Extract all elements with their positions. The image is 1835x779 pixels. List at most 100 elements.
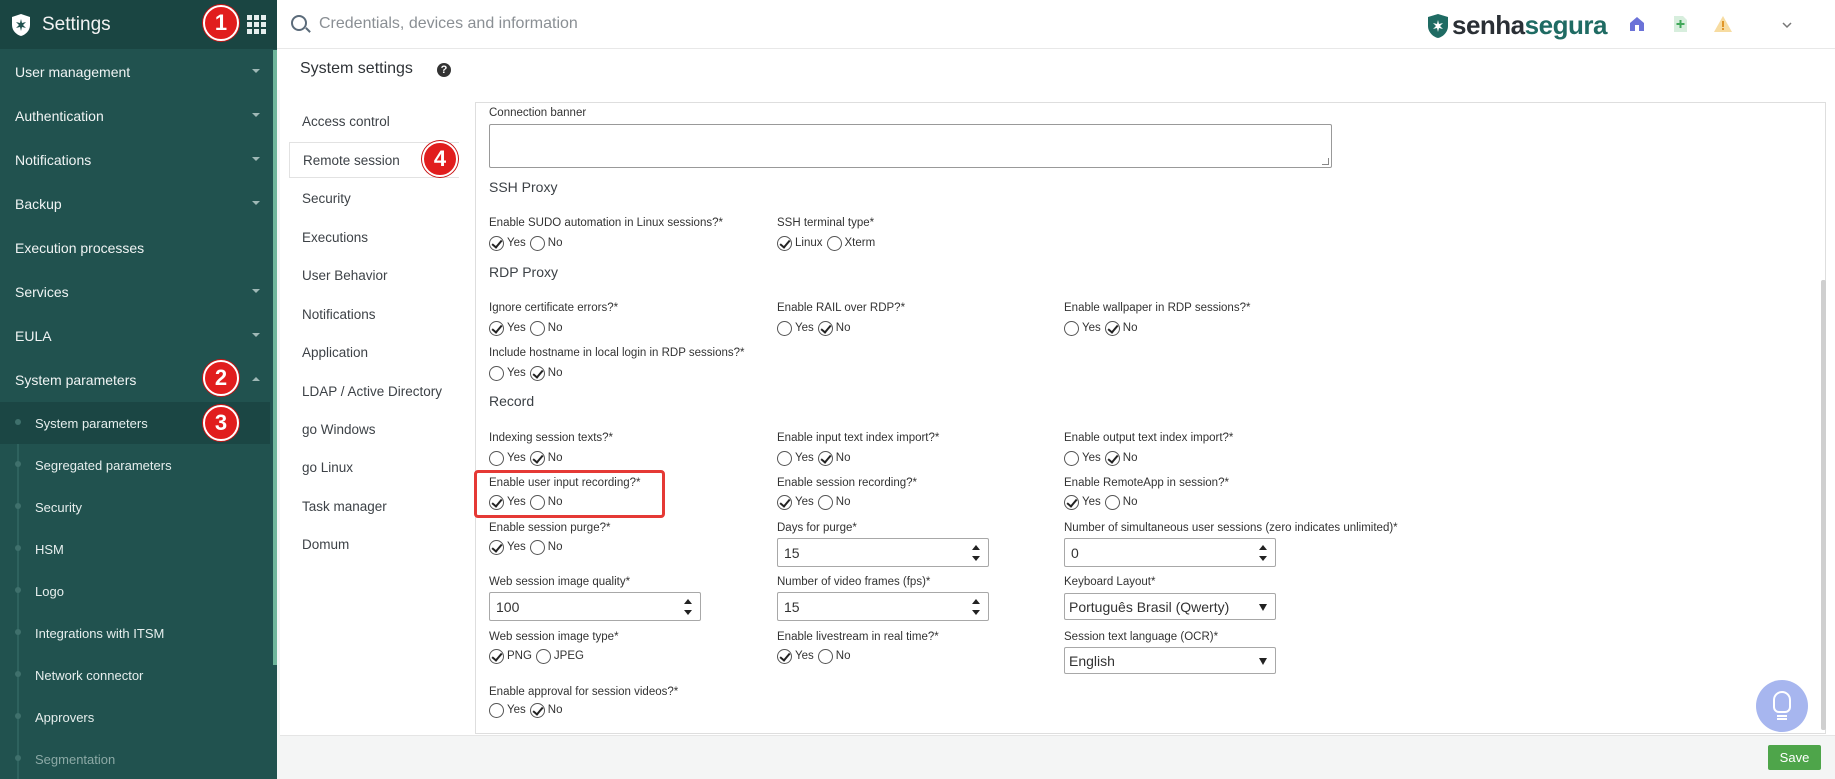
chevron-down-icon [252, 69, 260, 73]
tab-domum[interactable]: Domum [289, 526, 459, 562]
highlight-box [474, 470, 665, 518]
tab-user-behavior[interactable]: User Behavior [289, 257, 459, 293]
ocr-language-select[interactable]: English [1064, 647, 1276, 674]
brand-name-a: senha [1452, 10, 1525, 40]
sidebar-subitem-label: Security [35, 499, 82, 515]
radio-no[interactable] [529, 365, 545, 381]
search-input[interactable] [319, 12, 819, 36]
sidebar-item-services[interactable]: Services [0, 270, 270, 314]
radio-no[interactable] [817, 320, 833, 336]
radio-no[interactable] [529, 539, 545, 555]
radio-yes[interactable] [489, 235, 504, 251]
annotation-badge-4: 4 [422, 141, 458, 177]
help-icon[interactable]: ? [437, 63, 451, 77]
form-scrollbar[interactable] [1821, 280, 1826, 730]
radio-no[interactable] [817, 648, 833, 664]
radio-no[interactable] [817, 494, 833, 510]
page-header: System settings ? [277, 49, 1835, 90]
radio-linux[interactable] [777, 235, 792, 251]
sidebar-item-eula[interactable]: EULA [0, 314, 270, 358]
sidebar-subitem-segregated-parameters[interactable]: Segregated parameters [0, 444, 270, 486]
ocr-language-value: English [1069, 653, 1115, 669]
keyboard-layout-label: Keyboard Layout* [1064, 576, 1156, 588]
stepper-icon[interactable] [972, 599, 980, 615]
radio-yes[interactable] [489, 365, 504, 381]
sidebar-subitem-logo[interactable]: Logo [0, 570, 270, 612]
user-menu-chevron-icon[interactable] [1777, 14, 1797, 34]
sidebar-subitem-label: Logo [35, 583, 64, 599]
lightbulb-help-button[interactable] [1756, 680, 1808, 732]
radio-label-no: No [1122, 452, 1138, 464]
tab-label: Security [302, 190, 351, 206]
radio-label-no: No [547, 237, 563, 249]
radio-yes[interactable] [1064, 320, 1079, 336]
tab-ldap[interactable]: LDAP / Active Directory [289, 373, 459, 409]
radio-no[interactable] [1104, 494, 1120, 510]
top-bar: senhasegura [277, 0, 1835, 49]
tab-go-windows[interactable]: go Windows [289, 411, 459, 447]
stepper-icon[interactable] [1259, 545, 1267, 561]
days-purge-label: Days for purge* [777, 522, 857, 534]
radio-yes[interactable] [777, 450, 792, 466]
radio-label-yes: Yes [507, 452, 526, 464]
tab-task-manager[interactable]: Task manager [289, 488, 459, 524]
radio-yes[interactable] [489, 539, 504, 555]
image-quality-input[interactable]: 100 [489, 592, 701, 621]
radio-png[interactable] [489, 648, 504, 664]
radio-yes[interactable] [777, 494, 792, 510]
session-purge-label: Enable session purge?* [489, 522, 611, 534]
search-icon[interactable] [291, 15, 307, 31]
tab-notifications[interactable]: Notifications [289, 296, 459, 332]
radio-no[interactable] [1104, 450, 1120, 466]
simultaneous-sessions-input[interactable]: 0 [1064, 538, 1276, 567]
radio-yes[interactable] [777, 320, 792, 336]
radio-xterm[interactable] [826, 235, 842, 251]
tab-security[interactable]: Security [289, 180, 459, 216]
radio-jpeg[interactable] [535, 648, 551, 664]
add-document-icon[interactable] [1670, 14, 1690, 34]
sidebar-item-authentication[interactable]: Authentication [0, 94, 270, 138]
tab-executions[interactable]: Executions [289, 219, 459, 255]
radio-label-yes: Yes [795, 322, 814, 334]
sidebar-scrollbar[interactable] [273, 50, 277, 665]
radio-no[interactable] [529, 450, 545, 466]
radio-no[interactable] [817, 450, 833, 466]
radio-no[interactable] [1104, 320, 1120, 336]
sidebar-item-notifications[interactable]: Notifications [0, 138, 270, 182]
connection-banner-textarea[interactable] [489, 124, 1332, 168]
sidebar-subitem-approvers[interactable]: Approvers [0, 696, 270, 738]
radio-yes[interactable] [1064, 450, 1079, 466]
days-purge-input[interactable]: 15 [777, 538, 989, 567]
radio-yes[interactable] [1064, 494, 1079, 510]
radio-no[interactable] [529, 320, 545, 336]
section-record: Record [489, 393, 535, 409]
radio-yes[interactable] [777, 648, 792, 664]
home-icon[interactable] [1627, 14, 1647, 34]
keyboard-layout-select[interactable]: Português Brasil (Qwerty) [1064, 593, 1276, 620]
bullet-icon [15, 713, 21, 719]
days-purge-value: 15 [784, 545, 800, 561]
radio-no[interactable] [529, 235, 545, 251]
tab-application[interactable]: Application [289, 334, 459, 370]
stepper-icon[interactable] [684, 599, 692, 615]
hostname-radio-group: Yes No [489, 365, 566, 381]
warning-icon[interactable] [1713, 14, 1733, 34]
save-button[interactable]: Save [1768, 745, 1821, 770]
radio-yes[interactable] [489, 320, 504, 336]
sidebar-subitem-network-connector[interactable]: Network connector [0, 654, 270, 696]
radio-no[interactable] [529, 702, 545, 718]
stepper-icon[interactable] [972, 545, 980, 561]
sidebar-subitem-integrations-itsm[interactable]: Integrations with ITSM [0, 612, 270, 654]
sidebar-subitem-segmentation[interactable]: Segmentation [0, 738, 270, 779]
sidebar-item-execution-processes[interactable]: Execution processes [0, 226, 270, 270]
tab-access-control[interactable]: Access control [289, 103, 459, 139]
radio-yes[interactable] [489, 450, 504, 466]
tab-go-linux[interactable]: go Linux [289, 449, 459, 485]
sidebar-subitem-hsm[interactable]: HSM [0, 528, 270, 570]
apps-grid-icon[interactable] [247, 15, 267, 34]
fps-input[interactable]: 15 [777, 592, 989, 621]
sidebar-item-user-management[interactable]: User management [0, 50, 270, 94]
sidebar-item-backup[interactable]: Backup [0, 182, 270, 226]
radio-yes[interactable] [489, 702, 504, 718]
sidebar-subitem-security[interactable]: Security [0, 486, 270, 528]
